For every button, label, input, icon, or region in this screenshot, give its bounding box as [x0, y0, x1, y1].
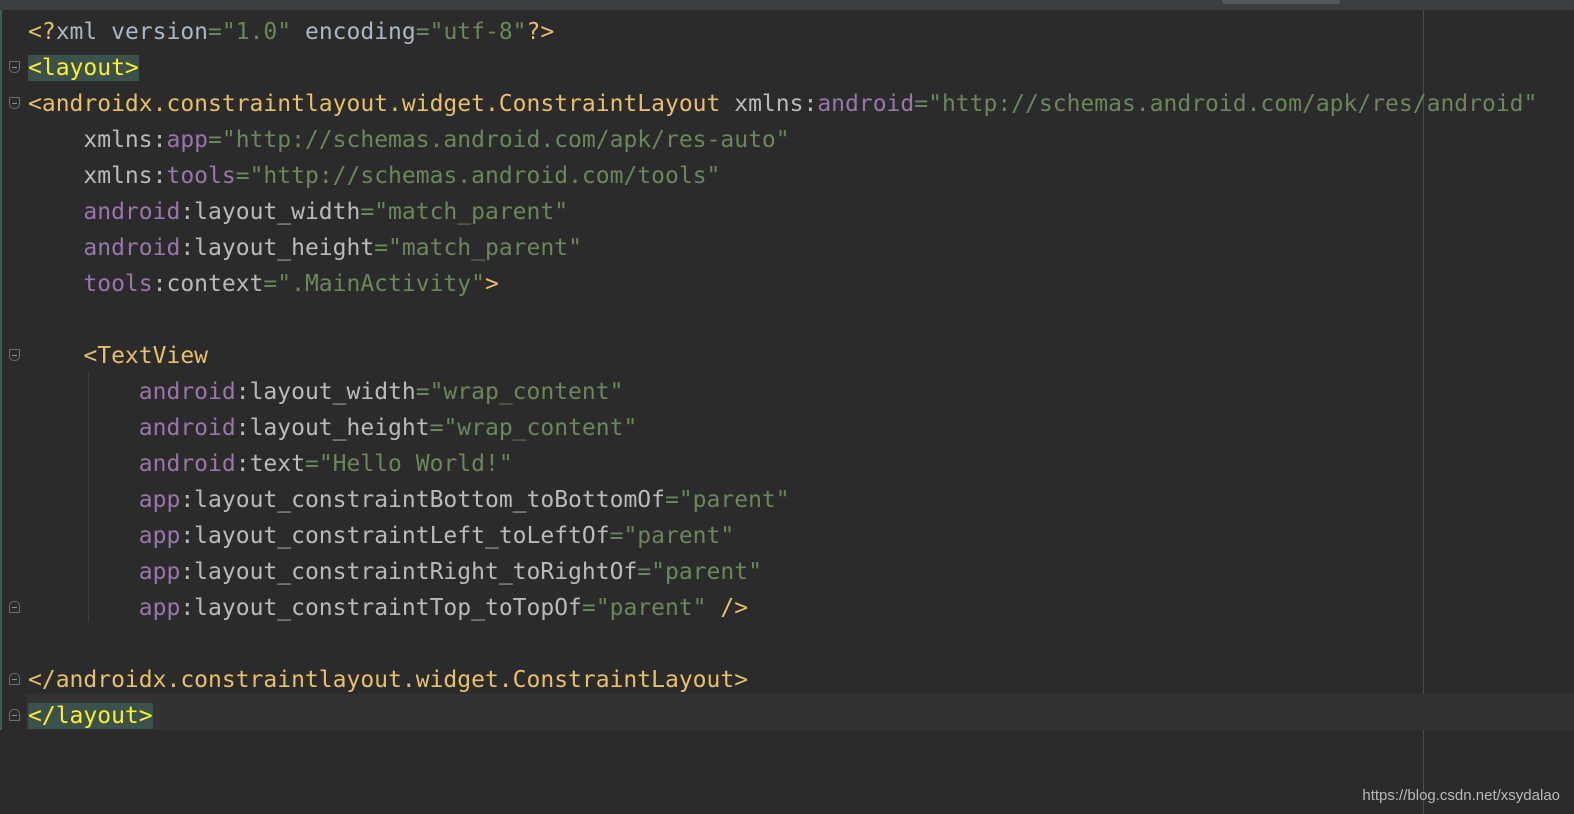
code-token: android	[28, 415, 236, 441]
code-line[interactable]: xmlns:tools="http://schemas.android.com/…	[28, 158, 1537, 194]
code-line[interactable]: android:layout_height="wrap_content"	[28, 410, 1537, 446]
code-token: :text	[235, 451, 305, 477]
code-line[interactable]	[28, 302, 1537, 338]
code-token: :layout_height	[180, 235, 375, 261]
code-token: app	[28, 595, 181, 621]
code-token: :layout_constraintLeft_toLeftOf	[180, 523, 610, 549]
code-token: app	[28, 523, 181, 549]
code-token: </androidx.constraintlayout.widget.Const…	[28, 667, 749, 693]
code-line[interactable]: <TextView	[9, 338, 1537, 374]
code-token: =".MainActivity"	[263, 271, 485, 297]
code-line[interactable]: android:layout_width="match_parent"	[28, 194, 1537, 230]
code-line[interactable]: android:text="Hello World!"	[28, 446, 1537, 482]
code-token: :layout_width	[235, 379, 416, 405]
code-token: ="parent"	[609, 523, 735, 549]
code-line[interactable]: <layout>	[9, 50, 1537, 86]
code-token: ="parent"	[581, 595, 707, 621]
code-token: ="1.0"	[208, 19, 292, 45]
code-token: xmlns:	[28, 163, 167, 189]
code-token: </layout>	[28, 703, 153, 729]
code-token: xmlns:	[28, 127, 167, 153]
code-editor[interactable]: <?xml version="1.0" encoding="utf-8"?> <l…	[9, 14, 1538, 734]
code-token: >	[484, 271, 499, 297]
code-token: :layout_constraintBottom_toBottomOf	[180, 487, 665, 513]
code-token: ="utf-8"	[415, 19, 527, 45]
code-line[interactable]: xmlns:app="http://schemas.android.com/ap…	[28, 122, 1537, 158]
code-token: ="parent"	[637, 559, 762, 585]
watermark: https://blog.csdn.net/xsydalao	[1362, 787, 1560, 804]
code-token: ="parent"	[664, 487, 790, 513]
fold-end-icon[interactable]	[9, 601, 20, 613]
code-token: ="http://schemas.android.com/tools"	[235, 163, 721, 189]
code-token: ="Hello World!"	[304, 451, 513, 477]
code-token: />	[706, 595, 749, 621]
code-token: :layout_width	[180, 199, 361, 225]
fold-collapse-icon[interactable]	[9, 97, 20, 109]
code-line[interactable]	[28, 626, 1537, 662]
code-token: xmlns:	[734, 91, 818, 117]
code-token: xml version	[55, 19, 209, 45]
code-token: :layout_height	[235, 415, 430, 441]
code-token: :layout_constraintTop_toTopOf	[180, 595, 582, 621]
code-token: app	[166, 127, 209, 153]
code-token: ="match_parent"	[360, 199, 569, 225]
fold-end-icon[interactable]	[9, 673, 20, 685]
code-token: ="match_parent"	[374, 235, 582, 261]
code-line[interactable]: android:layout_height="match_parent"	[28, 230, 1537, 266]
code-token: <TextView	[28, 343, 209, 369]
code-line[interactable]: </androidx.constraintlayout.widget.Const…	[9, 662, 1537, 698]
code-token: ="wrap_content"	[429, 415, 638, 441]
code-token: ="http://schemas.android.com/apk/res-aut…	[208, 127, 790, 153]
code-line[interactable]: android:layout_width="wrap_content"	[28, 374, 1537, 410]
code-token: ?>	[526, 19, 555, 45]
code-token: <?	[28, 19, 56, 45]
editor-tab-bar	[0, 0, 1574, 10]
code-line[interactable]: </layout>	[9, 698, 1537, 734]
code-token: <androidx.constraintlayout.widget.Constr…	[28, 91, 735, 117]
code-token: android	[28, 235, 181, 261]
editor-gutter	[2, 10, 26, 814]
code-token: app	[28, 487, 181, 513]
code-line[interactable]: tools:context=".MainActivity">	[28, 266, 1537, 302]
code-token: android	[28, 379, 236, 405]
code-line[interactable]: app:layout_constraintBottom_toBottomOf="…	[28, 482, 1537, 518]
code-token: :context	[152, 271, 264, 297]
code-token: tools	[28, 271, 153, 297]
code-token: ="http://schemas.android.com/apk/res/and…	[914, 91, 1538, 117]
code-line[interactable]: <?xml version="1.0" encoding="utf-8"?>	[28, 14, 1537, 50]
code-token: tools	[166, 163, 236, 189]
code-line[interactable]: <androidx.constraintlayout.widget.Constr…	[9, 86, 1538, 122]
code-token: android	[28, 199, 181, 225]
code-line[interactable]: app:layout_constraintTop_toTopOf="parent…	[9, 590, 1537, 626]
code-token: encoding	[291, 19, 416, 45]
code-token: android	[817, 91, 915, 117]
fold-collapse-icon[interactable]	[9, 349, 20, 361]
code-token: <layout>	[28, 55, 139, 81]
fold-end-icon[interactable]	[9, 709, 20, 721]
code-token: android	[28, 451, 236, 477]
code-token: ="wrap_content"	[415, 379, 624, 405]
active-tab-indicator[interactable]	[1222, 0, 1340, 4]
fold-collapse-icon[interactable]	[9, 61, 20, 73]
code-token: app	[28, 559, 181, 585]
code-token: :layout_constraintRight_toRightOf	[180, 559, 638, 585]
code-line[interactable]: app:layout_constraintRight_toRightOf="pa…	[28, 554, 1537, 590]
code-line[interactable]: app:layout_constraintLeft_toLeftOf="pare…	[28, 518, 1537, 554]
